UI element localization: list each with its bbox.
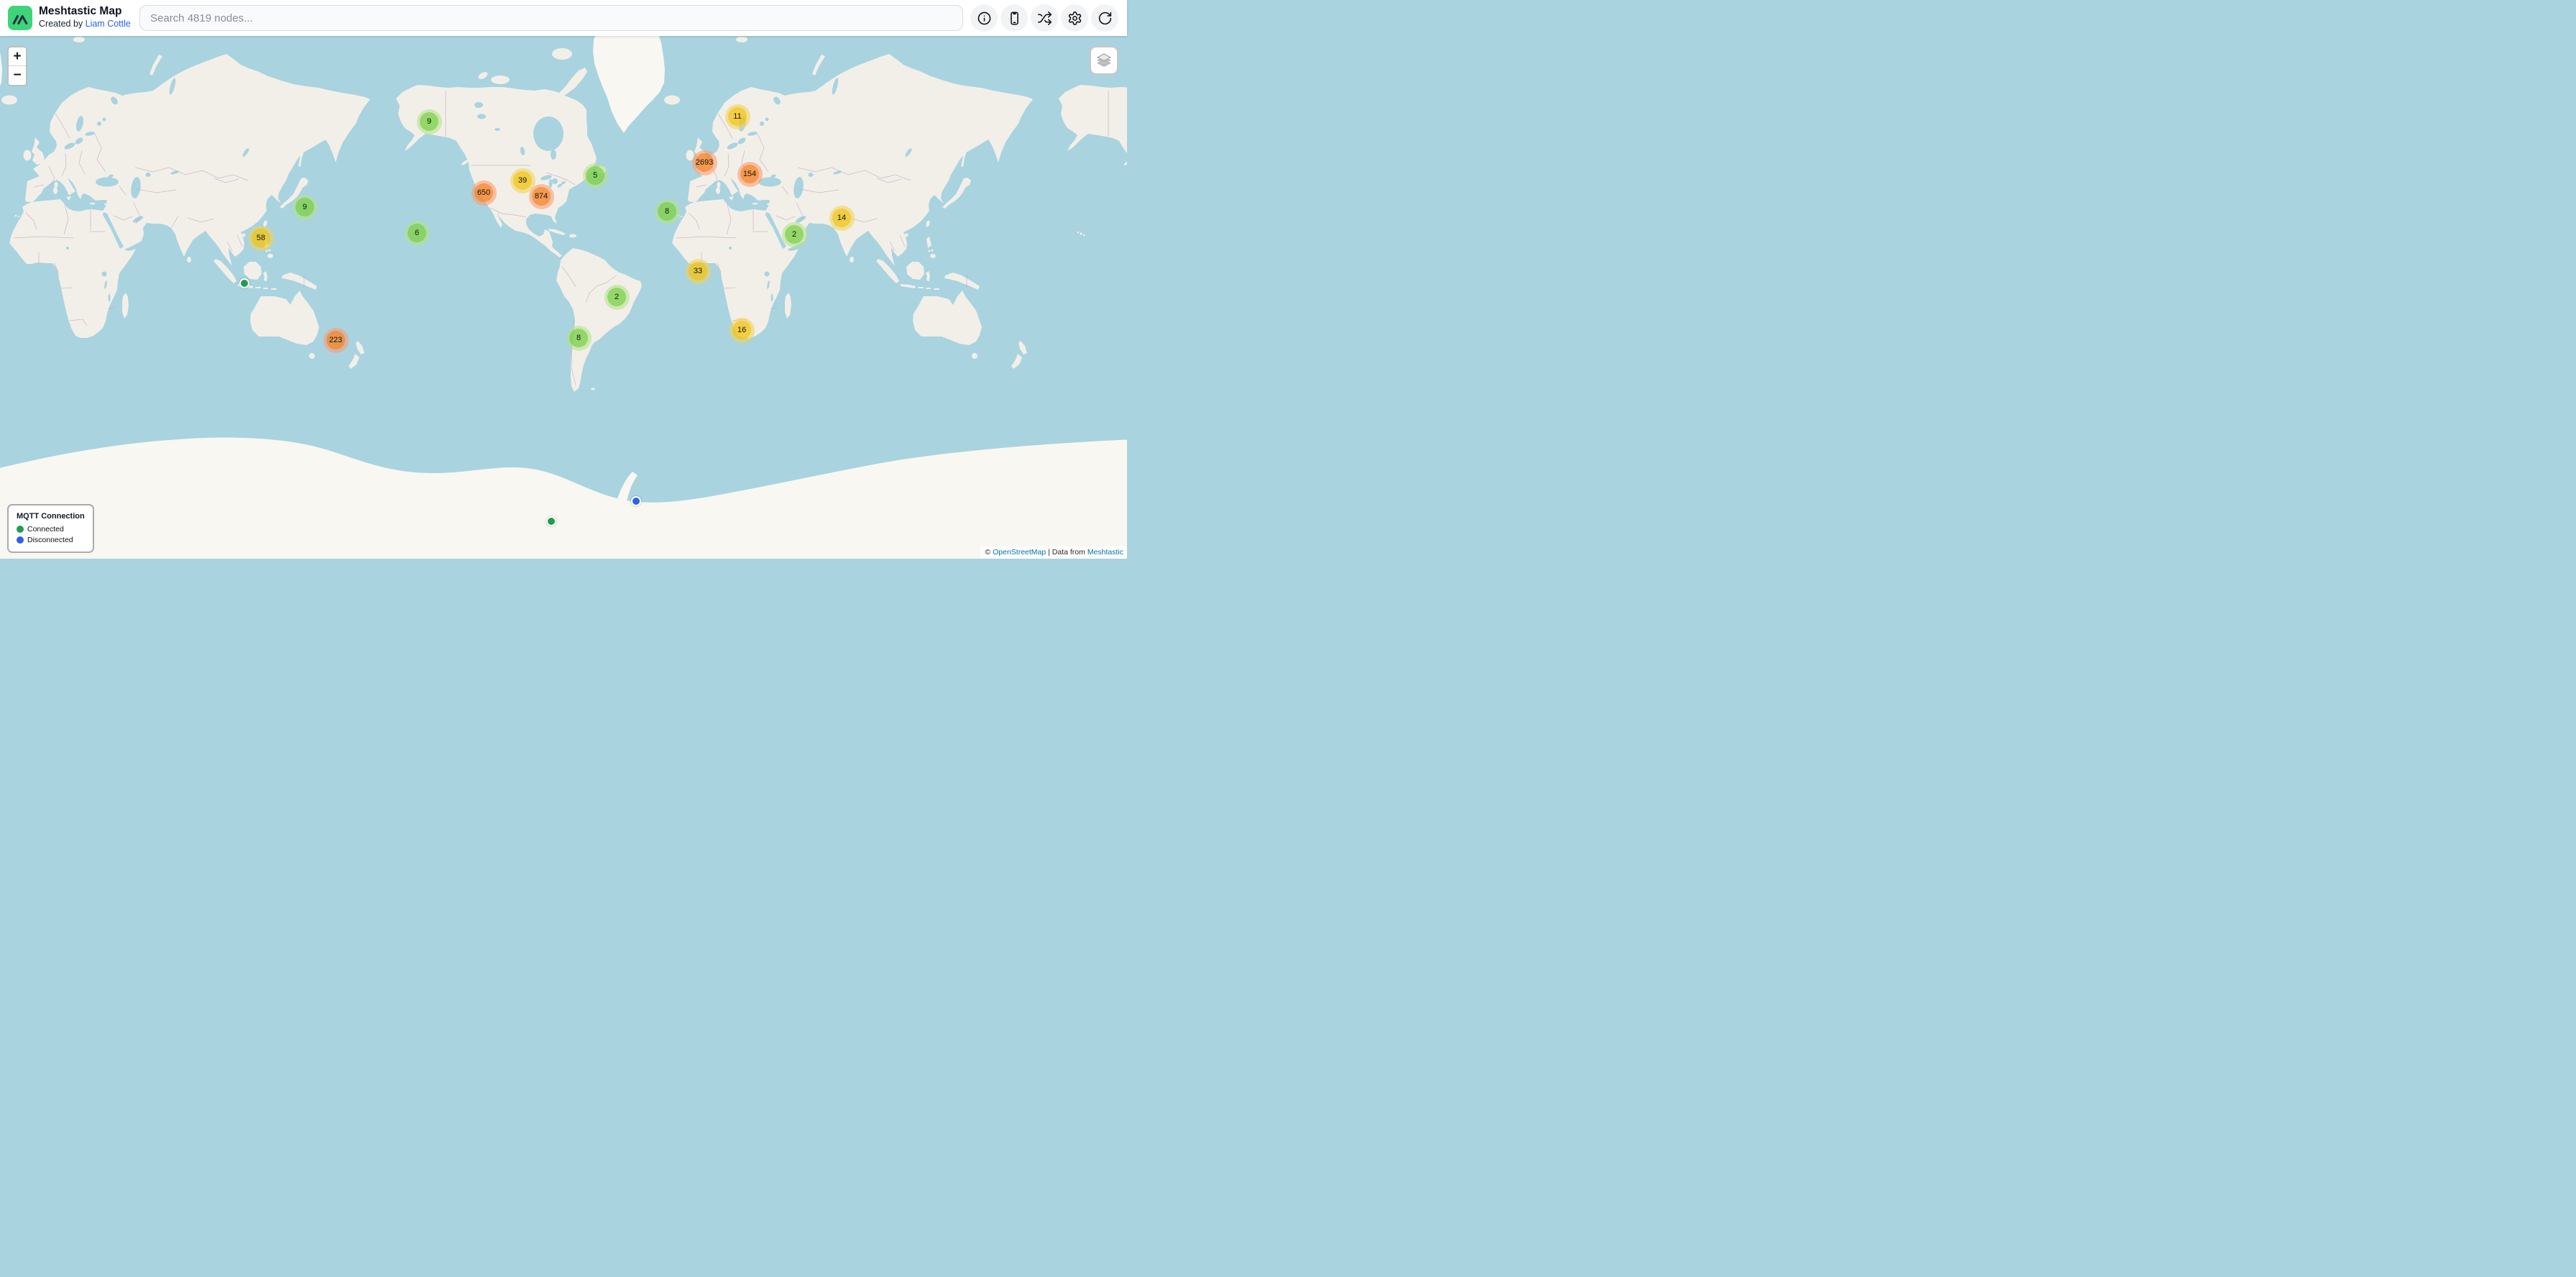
search-input[interactable] <box>139 5 963 31</box>
cluster-marker[interactable]: 11 <box>725 104 750 129</box>
info-button[interactable] <box>970 4 998 32</box>
settings-button[interactable] <box>1061 4 1088 32</box>
cluster-marker[interactable]: 2693 <box>692 150 717 175</box>
layers-control[interactable] <box>1090 46 1118 75</box>
cluster-marker[interactable]: 9 <box>417 109 442 134</box>
zoom-out-button[interactable]: − <box>9 66 26 85</box>
info-icon <box>977 11 992 26</box>
cluster-marker[interactable]: 16 <box>730 318 755 343</box>
legend-item-disconnected: Disconnected <box>17 536 85 544</box>
byline-prefix: Created by <box>39 19 86 29</box>
legend-label: Connected <box>27 525 64 534</box>
refresh-icon <box>1098 11 1113 26</box>
map-zoom-control: + − <box>7 46 27 86</box>
cluster-marker[interactable]: 2 <box>782 222 807 247</box>
cluster-marker[interactable]: 5 <box>583 163 608 188</box>
basemap-svg <box>0 0 1127 559</box>
shuffle-icon <box>1037 11 1052 26</box>
shuffle-button[interactable] <box>1031 4 1058 32</box>
meshtastic-link[interactable]: Meshtastic <box>1087 548 1123 557</box>
zoom-in-button[interactable]: + <box>9 47 26 66</box>
disconnected-dot-icon <box>17 536 24 544</box>
cluster-marker[interactable]: 874 <box>529 184 554 209</box>
page-title: Meshtastic Map <box>39 4 131 18</box>
author-link[interactable]: Liam Cottle <box>86 19 131 29</box>
legend-title: MQTT Connection <box>17 512 85 521</box>
refresh-button[interactable] <box>1091 4 1118 32</box>
attribution-copyright: © <box>985 548 993 557</box>
layers-icon <box>1095 51 1113 70</box>
cluster-marker[interactable]: 33 <box>686 259 711 284</box>
openstreetmap-link[interactable]: OpenStreetMap <box>993 548 1046 557</box>
device-button[interactable] <box>1000 4 1028 32</box>
connected-dot-icon <box>17 526 24 533</box>
cluster-marker[interactable]: 9 <box>293 195 318 220</box>
mqtt-legend: MQTT Connection Connected Disconnected <box>7 504 94 553</box>
cluster-marker[interactable]: 650 <box>472 180 497 206</box>
map-attribution: © OpenStreetMap | Data from Meshtastic <box>980 546 1127 559</box>
cluster-marker[interactable]: 6 <box>405 221 430 246</box>
cluster-marker[interactable]: 154 <box>737 162 763 187</box>
gear-icon <box>1067 11 1082 26</box>
app-header: Meshtastic Map Created by Liam Cottle <box>0 0 1127 36</box>
cluster-marker[interactable]: 223 <box>323 328 349 353</box>
connected-node-marker[interactable] <box>546 516 556 526</box>
cluster-marker[interactable]: 8 <box>655 199 680 224</box>
title-block: Meshtastic Map Created by Liam Cottle <box>39 4 131 30</box>
meshtastic-logo-icon <box>8 6 32 30</box>
header-actions <box>970 4 1118 32</box>
cluster-marker[interactable]: 8 <box>566 326 592 351</box>
connected-node-marker[interactable] <box>239 278 249 288</box>
legend-label: Disconnected <box>27 536 73 544</box>
legend-item-connected: Connected <box>17 525 85 534</box>
cluster-marker[interactable]: 14 <box>829 206 855 231</box>
cluster-marker[interactable]: 58 <box>249 226 274 251</box>
byline: Created by Liam Cottle <box>39 18 131 29</box>
smartphone-icon <box>1007 11 1022 26</box>
disconnected-node-marker[interactable] <box>631 496 641 506</box>
attribution-separator: | Data from <box>1046 548 1087 557</box>
cluster-marker[interactable]: 2 <box>604 285 630 310</box>
world-map[interactable]: + − 911269315439565087498146258332168223… <box>0 0 1127 559</box>
